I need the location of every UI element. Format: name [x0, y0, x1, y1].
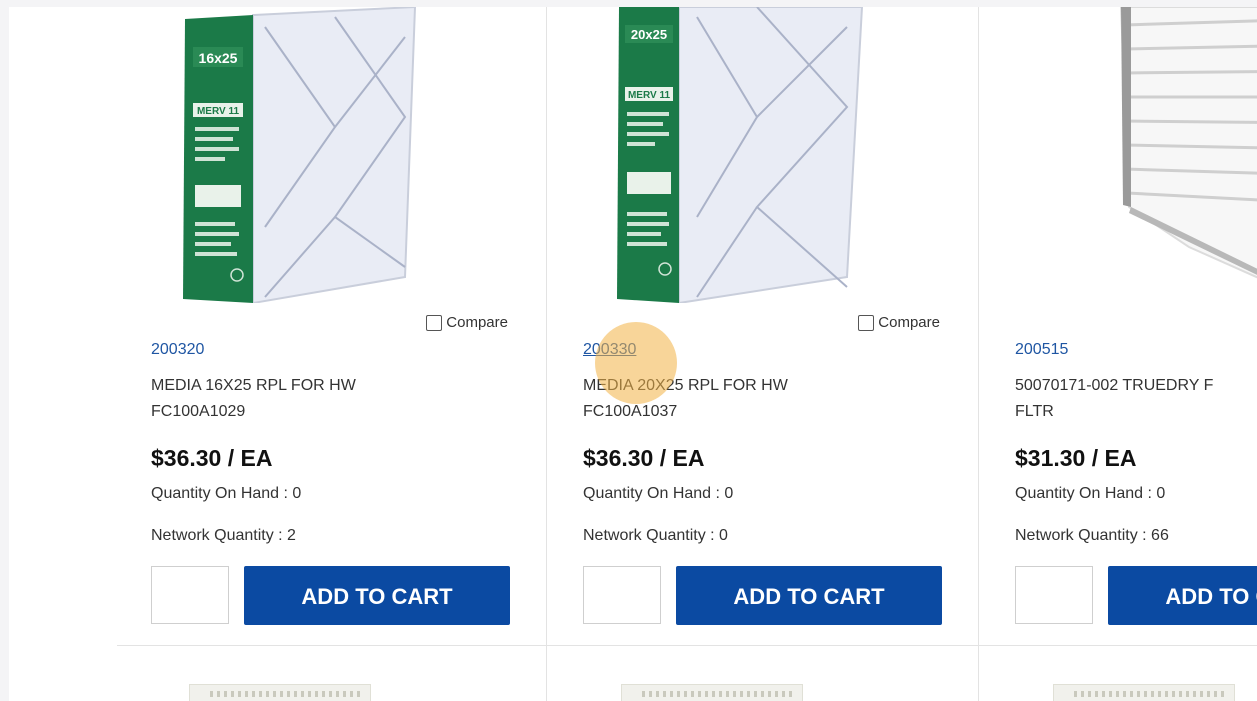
row-divider — [117, 645, 1257, 646]
product-image[interactable]: 20x25 MERV 11 — [607, 7, 867, 303]
product-image[interactable] — [1039, 7, 1257, 303]
add-to-cart-button[interactable]: ADD TO CART — [244, 566, 510, 625]
box-size-label: 20x25 — [631, 27, 667, 42]
add-to-cart-button[interactable]: ADD TO CART — [1108, 566, 1257, 625]
product-description: MEDIA 16X25 RPL FOR HW FC100A1029 — [151, 373, 451, 425]
compare-label: Compare — [446, 314, 508, 331]
product-price: $36.30 / EA — [151, 445, 273, 471]
quantity-input[interactable] — [151, 566, 229, 624]
network-quantity: Network Quantity : 2 — [151, 527, 296, 544]
compare-toggle[interactable]: Compare — [426, 314, 508, 331]
add-to-cart-button[interactable]: ADD TO CART — [676, 566, 942, 625]
compare-label: Compare — [878, 314, 940, 331]
compare-toggle[interactable]: Compare — [858, 314, 940, 331]
product-sku-link[interactable]: 200320 — [151, 341, 204, 359]
product-description: 50070171-002 TRUEDRY F FLTR — [1015, 373, 1257, 425]
quantity-on-hand: Quantity On Hand : 0 — [583, 485, 734, 502]
description-line-1: MEDIA 16X25 RPL FOR HW — [151, 377, 356, 394]
quantity-on-hand: Quantity On Hand : 0 — [151, 485, 302, 502]
description-line-2: FC100A1029 — [151, 403, 246, 420]
box-merv-label: MERV 11 — [628, 90, 670, 101]
box-merv-label: MERV 11 — [197, 106, 239, 117]
quantity-input[interactable] — [1015, 566, 1093, 624]
network-quantity: Network Quantity : 66 — [1015, 527, 1169, 544]
product-card: 16x25 MERV 11 Compare 200320 MEDIA 16X25… — [117, 7, 547, 645]
compare-checkbox[interactable] — [858, 314, 875, 331]
product-grid: 16x25 MERV 11 Compare 200320 MEDIA 16X25… — [9, 7, 1257, 701]
product-price: $36.30 / EA — [583, 445, 705, 471]
product-sku-link[interactable]: 200515 — [1015, 341, 1068, 359]
quantity-on-hand: Quantity On Hand : 0 — [1015, 485, 1166, 502]
product-card: 200515 50070171-002 TRUEDRY F FLTR $31.3… — [981, 7, 1257, 645]
product-image[interactable]: 16x25 MERV 11 — [175, 7, 435, 303]
product-thumbnail[interactable] — [621, 684, 803, 701]
compare-checkbox[interactable] — [426, 314, 443, 331]
click-highlight — [595, 322, 677, 404]
box-size-label: 16x25 — [199, 50, 238, 66]
product-thumbnail[interactable] — [189, 684, 371, 701]
product-price: $31.30 / EA — [1015, 445, 1137, 471]
product-card: 20x25 MERV 11 Compare 200330 MEDIA 20X25… — [549, 7, 979, 645]
description-line-1: 50070171-002 TRUEDRY F — [1015, 377, 1214, 394]
quantity-input[interactable] — [583, 566, 661, 624]
description-line-2: FLTR — [1015, 403, 1054, 420]
product-thumbnail[interactable] — [1053, 684, 1235, 701]
network-quantity: Network Quantity : 0 — [583, 527, 728, 544]
